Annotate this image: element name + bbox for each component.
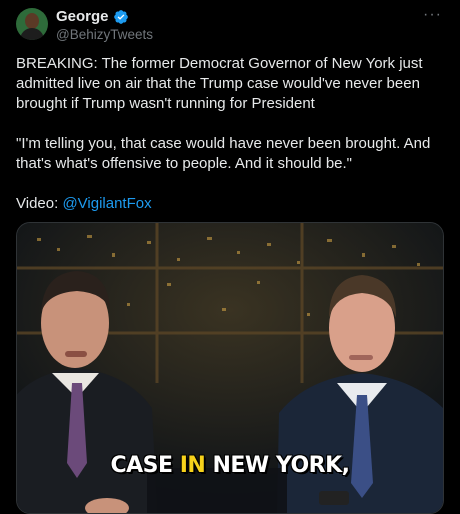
- video-caption: CASE IN NEW YORK,: [17, 453, 443, 478]
- caption-highlight: IN: [179, 453, 206, 478]
- caption-text-end: NEW YORK,: [205, 453, 350, 478]
- tweet-paragraph: BREAKING: The former Democrat Governor o…: [16, 55, 423, 112]
- video-credit-label: Video:: [16, 195, 63, 212]
- tweet-card[interactable]: George @BehizyTweets ··· BREAKING: The f…: [0, 0, 460, 514]
- video-credit-link[interactable]: @VigilantFox: [62, 195, 151, 212]
- video-player[interactable]: CASE IN NEW YORK,: [16, 222, 444, 514]
- tweet-text: BREAKING: The former Democrat Governor o…: [16, 54, 446, 214]
- avatar[interactable]: [16, 8, 48, 40]
- video-credit: Video: @VigilantFox: [16, 194, 446, 214]
- caption-text: CASE: [110, 453, 180, 478]
- verified-badge-icon[interactable]: [113, 9, 129, 25]
- display-name[interactable]: George: [56, 8, 109, 25]
- author-name-row: George: [56, 8, 129, 25]
- tweet-quote: "I'm telling you, that case would have n…: [16, 135, 431, 172]
- author-handle[interactable]: @BehizyTweets: [56, 27, 153, 42]
- more-horizontal-icon[interactable]: ···: [423, 6, 442, 24]
